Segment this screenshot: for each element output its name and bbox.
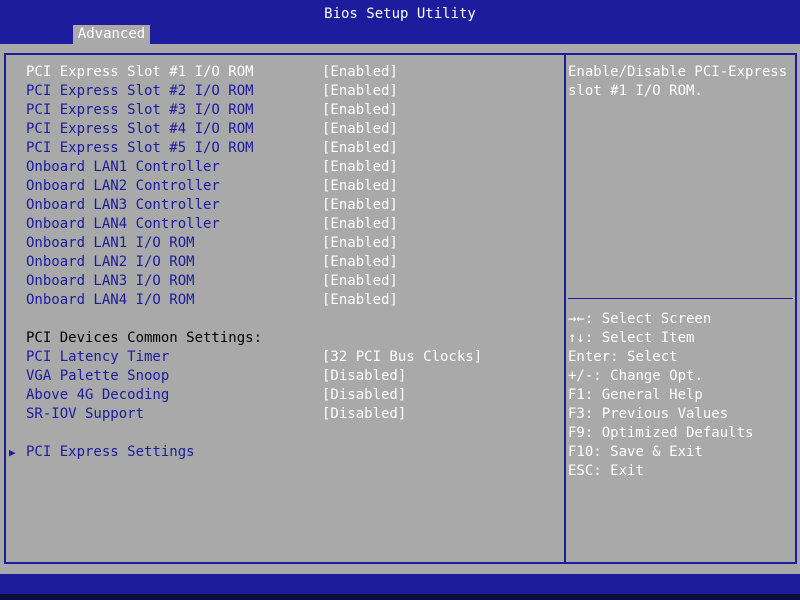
setting-pci-latency-timer[interactable]: PCI Latency Timer: [26, 348, 169, 367]
setting-lan4-controller-value[interactable]: [Enabled]: [322, 215, 398, 234]
setting-lan4-io-rom[interactable]: Onboard LAN4 I/O ROM: [26, 291, 195, 310]
key-legend: →←: Select Screen ↑↓: Select Item Enter:…: [568, 310, 753, 481]
section-heading-pci-common: PCI Devices Common Settings:: [26, 330, 263, 346]
setting-pcie-slot5-io-rom-value[interactable]: [Enabled]: [322, 139, 398, 158]
key-legend-item: +/-: Change Opt.: [568, 368, 703, 384]
setting-vga-palette-snoop-value[interactable]: [Disabled]: [322, 367, 406, 386]
setting-lan1-controller[interactable]: Onboard LAN1 Controller: [26, 158, 220, 177]
help-text: Enable/Disable PCI-Express slot #1 I/O R…: [568, 64, 796, 99]
triangle-right-icon: ▶: [9, 446, 16, 459]
setting-lan2-io-rom[interactable]: Onboard LAN2 I/O ROM: [26, 253, 195, 272]
setting-lan3-controller[interactable]: Onboard LAN3 Controller: [26, 196, 220, 215]
title-bar: Bios Setup Utility Advanced: [0, 0, 800, 44]
setting-above-4g-decoding-value[interactable]: [Disabled]: [322, 386, 406, 405]
help-panel: Enable/Disable PCI-Express slot #1 I/O R…: [564, 53, 797, 564]
help-divider: [568, 298, 793, 299]
key-legend-item: F3: Previous Values: [568, 406, 729, 422]
setting-vga-palette-snoop[interactable]: VGA Palette Snoop: [26, 367, 169, 386]
setting-lan1-io-rom[interactable]: Onboard LAN1 I/O ROM: [26, 234, 195, 253]
setting-lan4-controller[interactable]: Onboard LAN4 Controller: [26, 215, 220, 234]
setting-lan3-controller-value[interactable]: [Enabled]: [322, 196, 398, 215]
setting-lan1-io-rom-value[interactable]: [Enabled]: [322, 234, 398, 253]
setting-pcie-slot1-io-rom[interactable]: PCI Express Slot #1 I/O ROM: [26, 63, 254, 82]
key-arrows-lr-icon: →←: [568, 311, 585, 327]
setting-pcie-slot4-io-rom[interactable]: PCI Express Slot #4 I/O ROM: [26, 120, 254, 139]
key-legend-item: ↑↓: Select Item: [568, 330, 695, 346]
window-title: Bios Setup Utility: [324, 6, 476, 22]
key-legend-item: Enter: Select: [568, 349, 678, 365]
setting-pcie-slot2-io-rom-value[interactable]: [Enabled]: [322, 82, 398, 101]
bottom-edge: [0, 594, 800, 600]
setting-pci-latency-timer-value[interactable]: [32 PCI Bus Clocks]: [322, 348, 482, 367]
setting-lan3-io-rom[interactable]: Onboard LAN3 I/O ROM: [26, 272, 195, 291]
key-legend-item: →←: Select Screen: [568, 311, 712, 327]
key-legend-item: F9: Optimized Defaults: [568, 425, 754, 441]
key-legend-item: F1: General Help: [568, 387, 703, 403]
setting-pcie-slot3-io-rom[interactable]: PCI Express Slot #3 I/O ROM: [26, 101, 254, 120]
setting-lan4-io-rom-value[interactable]: [Enabled]: [322, 291, 398, 310]
setting-lan3-io-rom-value[interactable]: [Enabled]: [322, 272, 398, 291]
status-bar: [0, 574, 800, 594]
key-legend-item: F10: Save & Exit: [568, 444, 703, 460]
tab-advanced[interactable]: Advanced: [73, 25, 150, 44]
setting-pcie-slot1-io-rom-value[interactable]: [Enabled]: [322, 63, 398, 82]
setting-lan2-controller-value[interactable]: [Enabled]: [322, 177, 398, 196]
setting-lan2-controller[interactable]: Onboard LAN2 Controller: [26, 177, 220, 196]
setting-pcie-slot5-io-rom[interactable]: PCI Express Slot #5 I/O ROM: [26, 139, 254, 158]
setting-pcie-slot4-io-rom-value[interactable]: [Enabled]: [322, 120, 398, 139]
setting-pcie-slot3-io-rom-value[interactable]: [Enabled]: [322, 101, 398, 120]
setting-pcie-slot2-io-rom[interactable]: PCI Express Slot #2 I/O ROM: [26, 82, 254, 101]
key-legend-item: ESC: Exit: [568, 463, 644, 479]
setting-above-4g-decoding[interactable]: Above 4G Decoding: [26, 386, 169, 405]
setting-lan2-io-rom-value[interactable]: [Enabled]: [322, 253, 398, 272]
setting-sr-iov-support-value[interactable]: [Disabled]: [322, 405, 406, 424]
submenu-pci-express-settings[interactable]: PCI Express Settings: [26, 443, 195, 462]
settings-panel: PCI Express Slot #1 I/O ROM [Enabled] PC…: [4, 53, 566, 564]
key-arrows-ud-icon: ↑↓: [568, 330, 585, 346]
setting-sr-iov-support[interactable]: SR-IOV Support: [26, 405, 144, 424]
setting-lan1-controller-value[interactable]: [Enabled]: [322, 158, 398, 177]
